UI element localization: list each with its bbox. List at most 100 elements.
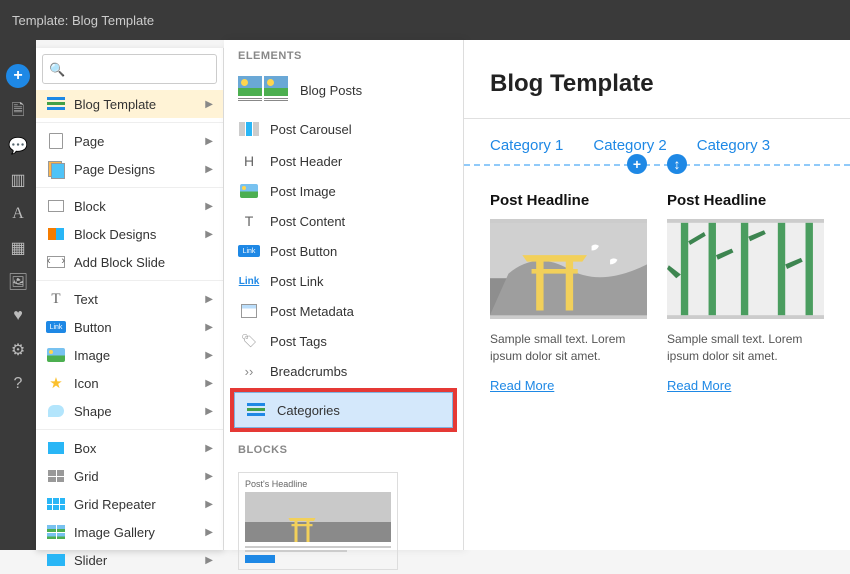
chevron-right-icon: ▶	[205, 294, 213, 305]
element-label: Categories	[277, 403, 340, 418]
element-breadcrumbs[interactable]: ››Breadcrumbs	[224, 356, 463, 386]
help-icon[interactable]: ?	[8, 374, 28, 394]
category-tabs: Category 1 Category 2 Category 3 + ↕	[464, 119, 850, 166]
item-box[interactable]: Box ▶	[36, 434, 223, 462]
image-icon[interactable]: 🖼	[8, 272, 28, 292]
block-preview-button	[245, 555, 275, 563]
element-post-metadata[interactable]: Post Metadata	[224, 296, 463, 326]
category-tab-3[interactable]: Category 3	[697, 137, 770, 164]
page-icon	[49, 133, 63, 149]
read-more-link[interactable]: Read More	[490, 378, 554, 393]
chevron-right-icon: ▶	[205, 471, 213, 482]
item-page-designs[interactable]: Page Designs▶	[36, 155, 223, 183]
chevron-right-icon: ▶	[205, 555, 213, 566]
move-element-button[interactable]: ↕	[667, 154, 687, 174]
element-post-carousel[interactable]: Post Carousel	[224, 112, 463, 146]
element-categories[interactable]: Categories	[234, 392, 453, 428]
chevron-right-icon: ▶	[205, 201, 213, 212]
heart-icon[interactable]: ♥	[8, 306, 28, 326]
insert-panel: 🔍 Blog Template ▶ Page▶ Page Designs▶ Bl…	[36, 48, 224, 550]
elements-header: ELEMENTS	[224, 40, 463, 68]
item-blog-template[interactable]: Blog Template ▶	[36, 90, 223, 118]
grid-element-icon	[48, 470, 64, 482]
text-icon[interactable]: A	[8, 204, 28, 224]
post-excerpt: Sample small text. Lorem ipsum dolor sit…	[490, 331, 647, 365]
add-element-button[interactable]: +	[627, 154, 647, 174]
item-page[interactable]: Page ▶	[36, 127, 223, 155]
slider-icon	[47, 554, 65, 566]
chevron-right-icon: ▶	[205, 406, 213, 417]
slide-icon	[47, 256, 65, 268]
block-preview-title: Post's Headline	[245, 479, 391, 489]
search-input[interactable]	[42, 54, 217, 84]
item-label: Grid	[74, 469, 99, 484]
carousel-icon	[239, 122, 259, 136]
item-shape[interactable]: Shape ▶	[36, 397, 223, 425]
post-card[interactable]: Post Headline Sample small text. Lorem i…	[490, 192, 647, 395]
block-preview-lines	[245, 546, 391, 552]
post-headline: Post Headline	[490, 192, 647, 209]
element-post-link[interactable]: LinkPost Link	[224, 266, 463, 296]
add-button[interactable]: +	[6, 64, 30, 88]
canvas: Blog Template Category 1 Category 2 Cate…	[464, 40, 850, 550]
element-post-content[interactable]: TPost Content	[224, 206, 463, 236]
item-image-gallery[interactable]: Image Gallery▶	[36, 518, 223, 546]
breadcrumb-icon: ››	[238, 362, 260, 380]
header-icon: H	[238, 152, 260, 170]
post-thumbnail	[490, 219, 647, 319]
item-grid-repeater[interactable]: Grid Repeater▶	[36, 490, 223, 518]
element-label: Post Image	[270, 184, 336, 199]
item-label: Image Gallery	[74, 525, 155, 540]
link-icon: Link	[238, 272, 260, 290]
element-blog-posts[interactable]: Blog Posts	[224, 68, 463, 112]
item-label: Block Designs	[74, 227, 156, 242]
item-text[interactable]: TText▶	[36, 285, 223, 313]
category-tab-1[interactable]: Category 1	[490, 137, 563, 164]
item-slider[interactable]: Slider▶	[36, 546, 223, 574]
template-title: Template: Blog Template	[12, 13, 154, 28]
post-card[interactable]: Post Headline Sample small text. Lorem i…	[667, 192, 824, 395]
item-label: Box	[74, 441, 96, 456]
item-block[interactable]: Block▶	[36, 192, 223, 220]
element-label: Post Carousel	[270, 122, 352, 137]
blog-posts-icon	[238, 76, 288, 104]
item-grid[interactable]: Grid ▶	[36, 462, 223, 490]
item-label: Shape	[74, 404, 112, 419]
chevron-right-icon: ▶	[205, 229, 213, 240]
block-preview[interactable]: Post's Headline	[238, 472, 398, 570]
image-element-icon	[47, 348, 65, 362]
file-icon[interactable]: 🗎	[8, 102, 28, 122]
element-label: Post Header	[270, 154, 342, 169]
item-button[interactable]: LinkButton▶	[36, 313, 223, 341]
item-label: Page	[74, 134, 104, 149]
categories-icon	[247, 403, 265, 417]
element-post-image[interactable]: Post Image	[224, 176, 463, 206]
chevron-right-icon: ▶	[205, 99, 213, 110]
blocks-header: BLOCKS	[224, 434, 463, 462]
element-post-tags[interactable]: 🏷Post Tags	[224, 326, 463, 356]
gear-icon[interactable]: ⚙	[8, 340, 28, 360]
element-post-header[interactable]: H Post Header	[224, 146, 463, 176]
post-thumbnail	[667, 219, 824, 319]
grid-icon[interactable]: ▦	[8, 238, 28, 258]
item-add-block-slide[interactable]: Add Block Slide	[36, 248, 223, 276]
element-label: Post Metadata	[270, 304, 354, 319]
comment-icon[interactable]: 💬	[8, 136, 28, 156]
item-label: Blog Template	[74, 97, 156, 112]
page-title: Blog Template	[490, 70, 824, 98]
torii-illustration-icon	[490, 219, 647, 319]
layout-icon[interactable]: ▥	[8, 170, 28, 190]
item-label: Icon	[74, 376, 99, 391]
item-icon[interactable]: ★Icon▶	[36, 369, 223, 397]
item-image[interactable]: Image▶	[36, 341, 223, 369]
element-post-button[interactable]: LinkPost Button	[224, 236, 463, 266]
block-designs-icon	[48, 228, 64, 240]
grid-repeater-icon	[47, 498, 65, 510]
item-label: Button	[74, 320, 112, 335]
post-button-icon: Link	[238, 245, 260, 257]
item-block-designs[interactable]: Block Designs ▶	[36, 220, 223, 248]
read-more-link[interactable]: Read More	[667, 378, 731, 393]
chevron-right-icon: ▶	[205, 443, 213, 454]
button-icon: Link	[46, 321, 66, 333]
chevron-right-icon: ▶	[205, 136, 213, 147]
